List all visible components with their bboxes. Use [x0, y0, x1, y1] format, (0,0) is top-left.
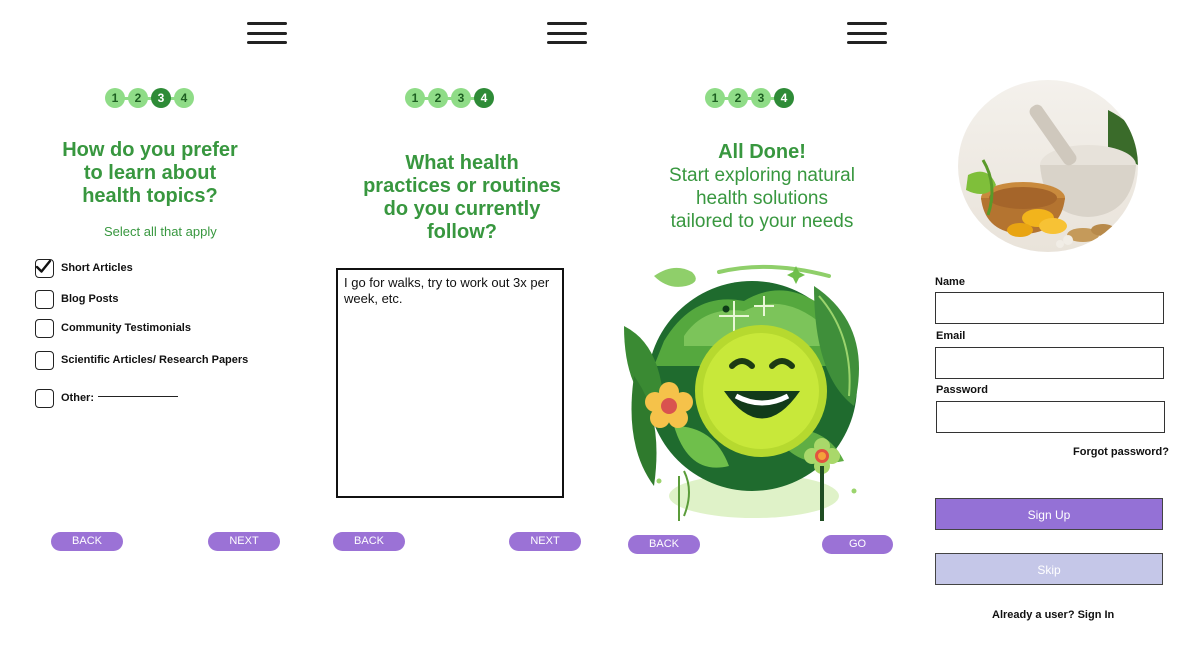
done-subtitle: Start exploring natural health solutions… [669, 165, 855, 232]
step-3: 3 [751, 88, 771, 108]
name-label: Name [935, 276, 965, 288]
answer-textarea[interactable]: I go for walks, try to work out 3x per w… [336, 268, 564, 498]
screen-health-practices: 1 2 3 4 What health practices or routine… [300, 0, 600, 650]
option-blog-posts[interactable]: Blog Posts [35, 289, 118, 309]
sign-up-button[interactable]: Sign Up [935, 498, 1163, 530]
question-title: What health practices or routines do you… [363, 152, 561, 243]
option-short-articles[interactable]: Short Articles [35, 258, 133, 278]
checkbox[interactable] [35, 388, 54, 408]
step-4: 4 [174, 88, 194, 108]
checkbox[interactable] [35, 350, 54, 370]
done-title: All Done! [718, 141, 806, 163]
email-input[interactable] [935, 347, 1164, 379]
hamburger-menu-icon[interactable] [547, 22, 587, 44]
go-button[interactable]: GO [822, 535, 893, 554]
step-indicator: 1 2 3 4 [405, 88, 495, 108]
step-2: 2 [428, 88, 448, 108]
hamburger-menu-icon[interactable] [247, 22, 287, 44]
next-button[interactable]: NEXT [208, 532, 280, 551]
back-button[interactable]: BACK [51, 532, 123, 551]
step-indicator: 1 2 3 4 [105, 88, 195, 108]
step-indicator: 1 2 3 4 [705, 88, 795, 108]
step-2: 2 [728, 88, 748, 108]
herbal-remedies-photo [958, 80, 1138, 252]
option-community-testimonials[interactable]: Community Testimonials [35, 318, 191, 338]
screen-learning-preferences: 1 2 3 4 How do you prefer to learn about… [0, 0, 300, 650]
back-button[interactable]: BACK [333, 532, 405, 551]
step-1: 1 [705, 88, 725, 108]
select-hint: Select all that apply [104, 224, 217, 239]
other-text-line[interactable] [98, 395, 178, 397]
forgot-password-link[interactable]: Forgot password? [1073, 446, 1169, 458]
skip-button[interactable]: Skip [935, 553, 1163, 585]
question-title: How do you prefer to learn about health … [62, 139, 238, 207]
hamburger-menu-icon[interactable] [847, 22, 887, 44]
email-label: Email [936, 330, 966, 342]
password-input[interactable] [936, 401, 1165, 433]
checkbox-checked[interactable] [35, 258, 54, 278]
step-4: 4 [474, 88, 494, 108]
option-other[interactable]: Other: [35, 388, 178, 408]
step-4: 4 [774, 88, 794, 108]
screen-sign-up: Name Email Password Forgot password? Sig… [900, 0, 1200, 650]
screen-all-done: 1 2 3 4 All Done! Start exploring natura… [600, 0, 900, 650]
step-3: 3 [451, 88, 471, 108]
next-button[interactable]: NEXT [509, 532, 581, 551]
back-button[interactable]: BACK [628, 535, 700, 554]
step-1: 1 [405, 88, 425, 108]
name-input[interactable] [935, 292, 1164, 324]
step-3: 3 [151, 88, 171, 108]
checkbox[interactable] [35, 318, 54, 338]
checkbox[interactable] [35, 289, 54, 309]
smiley-jungle-illustration [624, 264, 859, 521]
step-2: 2 [128, 88, 148, 108]
step-1: 1 [105, 88, 125, 108]
password-label: Password [936, 384, 988, 396]
option-scientific-articles[interactable]: Scientific Articles/ Research Papers [35, 350, 248, 370]
sign-in-link[interactable]: Already a user? Sign In [992, 609, 1114, 621]
checkmark-icon [35, 259, 52, 273]
